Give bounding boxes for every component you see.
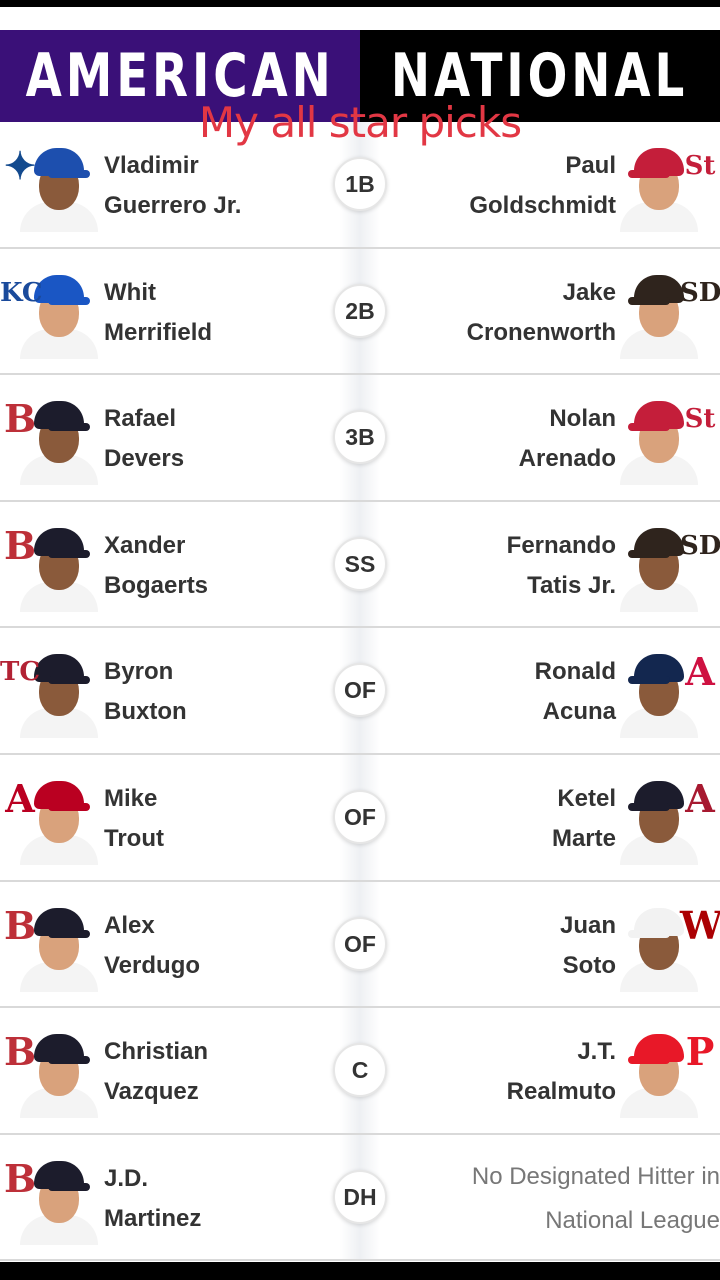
player-last-name: Soto	[562, 951, 616, 979]
player-last-name: Verdugo	[104, 951, 201, 979]
player-name: Xander Bogaerts	[104, 526, 208, 606]
position-badge: OF	[333, 916, 387, 971]
player-first-name: Paul	[565, 152, 616, 179]
top-white-strip	[0, 7, 720, 30]
red-sox-logo-icon: B	[3, 902, 37, 948]
twins-logo-icon: TC	[0, 657, 41, 688]
video-caption-overlay: My all star picks	[198, 98, 522, 147]
player-first-name: Rafael	[104, 405, 177, 433]
player-name: Whit Merrifield	[104, 273, 212, 353]
player-name: Mike Trout	[104, 779, 164, 859]
lineup-row: KC Whit Merrifield 2B SD Jake Cronenworth	[0, 248, 720, 376]
player-last-name: Acuna	[542, 698, 616, 726]
player-first-name: Alex	[104, 911, 155, 939]
player-name: Vladimir Guerrero Jr.	[104, 146, 241, 226]
cardinals-logo-icon: St	[684, 404, 716, 435]
player-first-name: Byron	[104, 658, 174, 686]
lineup-row: A Mike Trout OF A Ketel Marte	[0, 754, 720, 882]
player-first-name: Ketel	[557, 784, 616, 812]
player-first-name: J.T.	[577, 1038, 616, 1066]
position-badge: OF	[333, 789, 387, 844]
lineup-row: B Xander Bogaerts SS SD Fernando Tatis Jr.	[0, 501, 720, 629]
player-first-name: Vladimir	[104, 152, 199, 179]
red-sox-logo-icon: B	[3, 1029, 37, 1075]
player-last-name: Buxton	[104, 698, 187, 726]
red-sox-logo-icon: B	[3, 1155, 37, 1201]
player-last-name: Cronenworth	[466, 318, 616, 346]
note-line: No Designated Hitter in	[471, 1162, 720, 1190]
player-first-name: Fernando	[506, 531, 616, 559]
player-last-name: Marte	[551, 824, 616, 852]
player-name: Juan Soto	[560, 906, 616, 986]
royals-logo-icon: KC	[0, 277, 43, 308]
lineup-row: B Christian Vazquez C P J.T. Realmuto	[0, 1008, 720, 1135]
player-name: Ronald Acuna	[535, 652, 616, 732]
player-first-name: Xander	[104, 531, 186, 559]
player-last-name: Realmuto	[506, 1078, 616, 1106]
player-name: Paul Goldschmidt	[469, 146, 616, 226]
player-last-name: Bogaerts	[104, 571, 209, 599]
player-last-name: Vazquez	[104, 1078, 199, 1106]
player-name: J.T. Realmuto	[507, 1032, 616, 1112]
padres-logo-icon: SD	[680, 277, 720, 308]
position-badge: OF	[333, 663, 387, 718]
player-last-name: Martinez	[104, 1204, 202, 1232]
red-sox-logo-icon: B	[3, 396, 37, 442]
diamondbacks-logo-icon: A	[685, 775, 715, 821]
red-sox-logo-icon: B	[3, 522, 37, 568]
braves-logo-icon: A	[685, 649, 715, 695]
note-line: National League	[545, 1206, 720, 1234]
player-name: J.D. Martinez	[104, 1159, 201, 1239]
position-badge: 3B	[333, 410, 387, 465]
player-last-name: Trout	[104, 824, 164, 852]
player-first-name: Nolan	[549, 405, 616, 433]
cardinals-logo-icon: St	[684, 151, 716, 181]
angels-logo-icon: A	[5, 775, 35, 821]
player-first-name: J.D.	[104, 1164, 149, 1192]
player-name: Christian Vazquez	[104, 1032, 208, 1112]
blue-jays-logo-icon: ✦	[4, 143, 36, 188]
top-black-bar	[0, 0, 720, 30]
player-name: Jake Cronenworth	[467, 273, 616, 353]
player-first-name: Mike	[104, 784, 158, 812]
player-name: Nolan Arenado	[519, 399, 616, 479]
player-first-name: Ronald	[534, 658, 616, 686]
nationals-logo-icon: W	[680, 902, 720, 948]
bottom-black-bar	[0, 1262, 720, 1280]
player-name: Rafael Devers	[104, 399, 184, 479]
player-first-name: Whit	[104, 278, 156, 306]
lineup-row: B Alex Verdugo OF W Juan Soto	[0, 881, 720, 1009]
position-badge: 2B	[333, 283, 387, 338]
padres-logo-icon: SD	[680, 530, 720, 561]
position-badge: 1B	[333, 157, 387, 211]
lineup-row: TC Byron Buxton OF A Ronald Acuna	[0, 628, 720, 755]
player-name: Ketel Marte	[552, 779, 616, 859]
lineup-table: ✦ Vladimir Guerrero Jr. 1B St Paul Goldschmidt…	[0, 122, 720, 1262]
player-last-name: Merrifield	[104, 318, 213, 346]
position-badge: DH	[333, 1169, 387, 1224]
position-badge: C	[333, 1043, 387, 1098]
player-last-name: Arenado	[518, 445, 616, 473]
player-name: Byron Buxton	[104, 652, 187, 732]
player-last-name: Tatis Jr.	[527, 571, 616, 599]
player-name: Alex Verdugo	[104, 906, 200, 986]
no-designated-hitter-note: No Designated Hitter in National League	[472, 1155, 720, 1243]
player-last-name: Goldschmidt	[469, 192, 616, 219]
position-badge: SS	[333, 536, 387, 591]
lineup-row: B Rafael Devers 3B St Nolan Arenado	[0, 375, 720, 502]
player-last-name: Guerrero Jr.	[104, 192, 242, 219]
player-name: Fernando Tatis Jr.	[507, 526, 616, 606]
lineup-row: B J.D. Martinez DH No Designated Hitter in Na…	[0, 1134, 720, 1262]
phillies-logo-icon: P	[685, 1029, 715, 1075]
player-first-name: Juan	[559, 911, 616, 939]
player-first-name: Jake	[562, 278, 616, 306]
player-first-name: Christian	[104, 1038, 209, 1066]
player-last-name: Devers	[104, 445, 185, 473]
